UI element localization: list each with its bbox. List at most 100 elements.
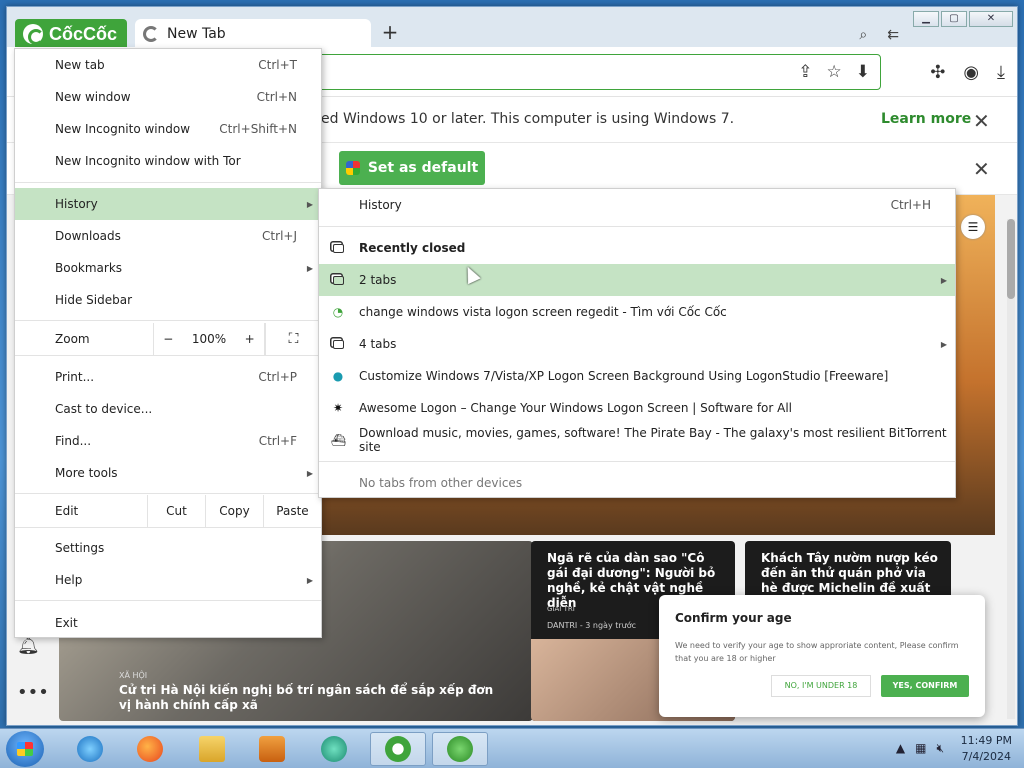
menu-item-find[interactable]: Find... Ctrl+F (15, 425, 321, 457)
edit-label: Edit (55, 504, 79, 518)
taskbar-app[interactable] (306, 732, 362, 766)
profile-icon[interactable]: ◉ (963, 62, 979, 83)
menu-item-settings[interactable]: Settings (15, 532, 321, 564)
no-other-devices-label: No tabs from other devices (359, 476, 523, 490)
history-entry-label: Customize Windows 7/Vista/XP Logon Scree… (359, 369, 889, 383)
menu-item-label: New Incognito window with Tor (55, 154, 241, 168)
zoom-level: 100% (191, 332, 227, 346)
history-entry-awesome-logon[interactable]: ✷ Awesome Logon – Change Your Windows Log… (319, 392, 955, 424)
back-arrow-icon[interactable]: ⇇ (887, 27, 899, 43)
coccoc-icon: ◔ (332, 305, 344, 319)
history-entry-coccoc-search[interactable]: ◔ change windows vista logon screen reged… (319, 296, 955, 328)
menu-item-more-tools[interactable]: More tools ▶ (15, 457, 321, 489)
tabs-icon (333, 276, 344, 285)
new-tab-button[interactable]: + (379, 21, 401, 43)
taskbar-utorrent[interactable] (432, 732, 488, 766)
clock-time: 11:49 PM (960, 734, 1012, 747)
taskbar-ie[interactable] (62, 732, 118, 766)
address-bar[interactable]: ⇪ ☆ ⬇ (297, 54, 881, 90)
fullscreen-icon[interactable]: ⛶ (265, 323, 321, 355)
save-page-icon[interactable]: ⬇ (856, 62, 870, 82)
start-button[interactable] (6, 731, 44, 767)
submenu-arrow-icon: ▶ (306, 263, 313, 273)
history-entry-logonstudio[interactable]: ● Customize Windows 7/Vista/XP Logon Scre… (319, 360, 955, 392)
paste-button[interactable]: Paste (263, 495, 321, 527)
menu-separator (15, 320, 321, 321)
copy-button[interactable]: Copy (205, 495, 263, 527)
news-card-2-source: DANTRI - 3 ngày trước (547, 621, 637, 630)
extensions-icon[interactable]: ✣ (930, 62, 945, 83)
submenu-separator (319, 461, 955, 462)
menu-item-help[interactable]: Help ▶ (15, 564, 321, 596)
history-entry-2-tabs[interactable]: 2 tabs ▶ (319, 264, 955, 296)
history-entry-label: Download music, movies, games, software!… (359, 426, 947, 454)
zoom-out-button[interactable]: − (163, 332, 173, 346)
close-os-infobar-icon[interactable]: ✕ (973, 109, 990, 133)
menu-item-label: Find... (55, 434, 92, 448)
menu-item-label: New window (55, 90, 131, 104)
menu-item-history[interactable]: History ▶ (15, 188, 321, 220)
menu-item-bookmarks[interactable]: Bookmarks ▶ (15, 252, 321, 284)
minimize-button[interactable]: ▁ (913, 11, 939, 27)
omnibox-icons: ⇪ ☆ ⬇ (798, 62, 870, 82)
history-submenu: History Ctrl+H Recently closed 2 tabs ▶ ◔ c… (318, 188, 956, 498)
confirm-age-body: We need to verify your age to show appro… (675, 641, 959, 663)
yes-confirm-button[interactable]: YES, CONFIRM (881, 675, 969, 697)
zoom-controls: − 100% + (153, 323, 265, 355)
menu-item-new-incognito[interactable]: New Incognito window Ctrl+Shift+N (15, 113, 321, 145)
taskbar-coccoc[interactable] (370, 732, 426, 766)
menu-item-label: Downloads (55, 229, 121, 243)
no-other-devices: No tabs from other devices (319, 467, 955, 499)
history-entry-label: change windows vista logon screen regedi… (359, 305, 727, 319)
news-card-3[interactable]: Khách Tây nườm nượp kéo đến ăn thử quán … (745, 541, 951, 601)
scrollbar[interactable] (1007, 219, 1015, 719)
network-icon[interactable]: ▦ (915, 741, 926, 756)
menu-item-shortcut: Ctrl+F (258, 434, 297, 448)
menu-item-hide-sidebar[interactable]: Hide Sidebar (15, 284, 321, 316)
menu-item-new-window[interactable]: New window Ctrl+N (15, 81, 321, 113)
submenu-item-history[interactable]: History Ctrl+H (319, 189, 955, 221)
menu-item-new-tab[interactable]: New tab Ctrl+T (15, 49, 321, 81)
menu-item-label: Exit (55, 616, 78, 630)
learn-more-link[interactable]: Learn more (881, 111, 971, 127)
under-18-button[interactable]: NO, I'M UNDER 18 (771, 675, 871, 697)
menu-item-exit[interactable]: Exit (15, 607, 321, 639)
tray-expand-icon[interactable]: ▲ (896, 741, 905, 756)
downloads-icon[interactable]: ⤓ (997, 62, 1005, 83)
taskbar-firefox[interactable] (122, 732, 178, 766)
menu-separator (15, 527, 321, 528)
clock[interactable]: 11:49 PM 7/4/2024 (961, 733, 1012, 765)
close-default-infobar-icon[interactable]: ✕ (973, 157, 990, 181)
history-entry-pirate-bay[interactable]: ⛴ Download music, movies, games, software… (319, 424, 955, 456)
more-dots-icon[interactable]: ••• (17, 682, 49, 703)
bookmark-star-icon[interactable]: ☆ (827, 62, 842, 82)
menu-item-print[interactable]: Print... Ctrl+P (15, 361, 321, 393)
menu-item-shortcut: Ctrl+Shift+N (219, 122, 297, 136)
coccoc-menu-button[interactable]: CốcCốc (15, 19, 127, 49)
share-icon[interactable]: ⇪ (798, 62, 812, 82)
close-window-button[interactable]: ✕ (969, 11, 1013, 27)
cut-button[interactable]: Cut (147, 495, 205, 527)
taskbar-explorer[interactable] (184, 732, 240, 766)
app-globe-icon (321, 736, 347, 762)
set-as-default-button[interactable]: Set as default (339, 151, 485, 185)
menu-item-label: Print... (55, 370, 95, 384)
tab-new-tab[interactable]: New Tab (135, 19, 371, 49)
zoom-in-button[interactable]: + (245, 332, 255, 346)
firefox-icon (137, 736, 163, 762)
main-menu: New tab Ctrl+T New window Ctrl+N New Incog… (14, 48, 322, 638)
menu-item-new-incognito-tor[interactable]: New Incognito window with Tor (15, 145, 321, 177)
volume-muted-icon[interactable]: 🔇︎ (936, 741, 944, 756)
utorrent-icon (447, 736, 473, 762)
submenu-item-shortcut: Ctrl+H (890, 198, 931, 212)
menu-item-label: History (55, 197, 98, 211)
tab-search-icon[interactable]: ⌕ (859, 27, 867, 43)
history-entry-4-tabs[interactable]: 4 tabs ▶ (319, 328, 955, 360)
menu-item-downloads[interactable]: Downloads Ctrl+J (15, 220, 321, 252)
scrollbar-thumb[interactable] (1007, 219, 1015, 299)
customize-sliders-icon[interactable]: ☰ (961, 215, 985, 239)
taskbar-media-player[interactable] (244, 732, 300, 766)
menu-item-cast[interactable]: Cast to device... (15, 393, 321, 425)
site-icon: ● (332, 369, 344, 383)
maximize-button[interactable]: ▢ (941, 11, 967, 27)
